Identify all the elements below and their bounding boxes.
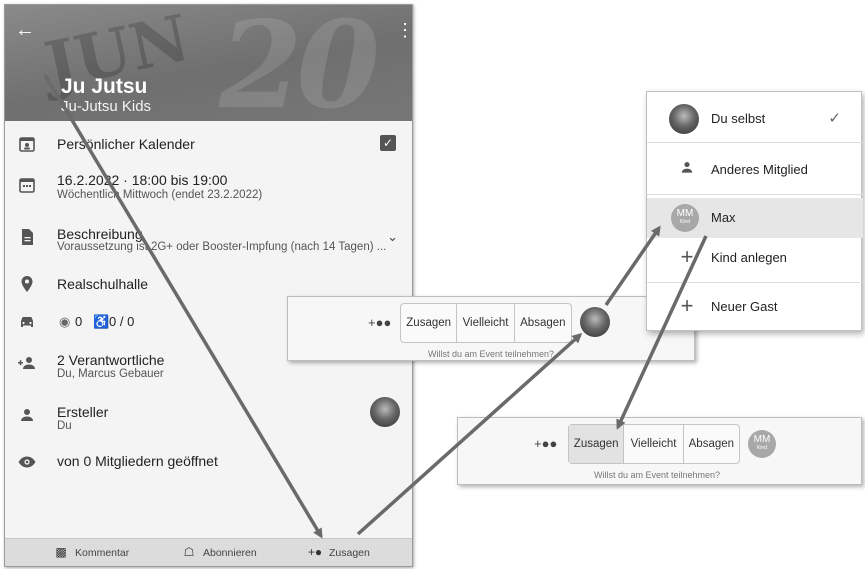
menu-divider	[647, 194, 863, 195]
add-group-icon[interactable]: +●●	[534, 436, 557, 451]
child-avatar-tag: Kind	[679, 219, 690, 225]
event-title: Ju Jutsu	[61, 75, 148, 98]
person-icon	[21, 409, 33, 421]
menu-item-other-member[interactable]: Anderes Mitglied	[647, 150, 863, 190]
decline-button[interactable]: Absagen	[684, 425, 739, 463]
accessible-seats: 0 / 0	[109, 314, 135, 329]
rsvp-segmented-control: Zusagen Vielleicht Absagen	[400, 303, 572, 343]
bell-icon: ☖	[183, 545, 195, 559]
menu-child-label: Max	[711, 210, 736, 225]
checkmark-icon: ✓	[828, 110, 841, 127]
plus-icon: +	[680, 244, 694, 269]
comment-icon: ▩	[55, 545, 67, 559]
location-pin-icon	[21, 276, 33, 292]
calendar-label: Persönlicher Kalender	[57, 136, 195, 152]
rsvp-popup: +●● Zusagen Vielleicht Absagen Willst du…	[287, 296, 695, 361]
document-icon	[22, 229, 33, 245]
subscribe-button[interactable]: ☖ Abonnieren	[181, 545, 257, 559]
rsvp-segmented-control: Zusagen Vielleicht Absagen	[568, 424, 740, 464]
menu-divider	[647, 142, 863, 143]
rsvp-popup-child: +●● Zusagen Vielleicht Absagen MM Kind W…	[457, 417, 862, 485]
rsvp-hint: Willst du am Event teilnehmen?	[428, 349, 555, 359]
creator-row[interactable]: Ersteller Du	[5, 399, 412, 439]
calendar-checkbox[interactable]: ✓	[380, 135, 396, 151]
menu-item-new-guest[interactable]: + Neuer Gast	[647, 287, 863, 327]
child-avatar-initials: MM	[676, 208, 694, 219]
responsible-names: Du, Marcus Gebauer	[57, 368, 164, 380]
child-avatar-initials: MM	[753, 434, 771, 445]
plus-icon: +	[680, 293, 694, 318]
location-name: Realschulhalle	[57, 276, 149, 292]
calendar-icon	[19, 178, 35, 193]
header-background-graphic: 20	[219, 5, 380, 121]
person-select-menu: Du selbst ✓ Anderes Mitglied MM Kind Max…	[646, 91, 863, 331]
carpool-seats: 0	[75, 314, 83, 329]
description-text: Voraussetzung ist 2G+ oder Booster-Impfu…	[57, 241, 387, 253]
event-detail-screen: JUN 20 ← ⋮ Ju Jutsu Ju-Jutsu Kids Persön…	[4, 4, 413, 567]
self-avatar	[669, 104, 699, 134]
date-row: 16.2.2022 · 18:00 bis 19:00 Wöchentlich …	[5, 167, 412, 207]
menu-item-self[interactable]: Du selbst ✓	[647, 98, 863, 138]
menu-item-child[interactable]: MM Kind Max	[647, 198, 863, 238]
car-icon	[21, 317, 33, 327]
add-person-icon	[18, 357, 35, 369]
steering-wheel-icon: ◉	[59, 314, 71, 329]
child-avatar-tag: Kind	[756, 445, 767, 451]
calendar-person-icon	[19, 137, 35, 152]
rsvp-label: Zusagen	[329, 547, 370, 559]
add-group-icon[interactable]: +●●	[368, 315, 391, 330]
creator-avatar[interactable]	[370, 397, 400, 427]
views-row: von 0 Mitgliedern geöffnet	[5, 447, 412, 475]
maybe-button[interactable]: Vielleicht	[457, 304, 515, 342]
maybe-button[interactable]: Vielleicht	[624, 425, 684, 463]
responsible-title: 2 Verantwortliche	[57, 352, 165, 368]
rsvp-button[interactable]: +● Zusagen	[307, 545, 370, 559]
back-arrow-icon[interactable]: ←	[15, 19, 37, 41]
event-recurrence: Wöchentlich Mittwoch (endet 23.2.2022)	[57, 189, 263, 201]
child-avatar[interactable]: MM Kind	[748, 430, 776, 458]
menu-new-guest-label: Neuer Gast	[711, 299, 778, 314]
event-header: JUN 20 ← ⋮ Ju Jutsu Ju-Jutsu Kids	[5, 5, 412, 121]
add-group-icon: +●	[307, 545, 323, 559]
event-date: 16.2.2022 · 18:00 bis 19:00	[57, 172, 228, 188]
bottom-action-bar: ▩ Kommentar ☖ Abonnieren +● Zusagen	[5, 538, 412, 566]
menu-add-child-label: Kind anlegen	[711, 250, 787, 265]
calendar-row[interactable]: Persönlicher Kalender	[5, 129, 412, 159]
menu-other-member-label: Anderes Mitglied	[711, 162, 808, 177]
menu-self-label: Du selbst	[711, 111, 766, 126]
screenshot-stage: JUN 20 ← ⋮ Ju Jutsu Ju-Jutsu Kids Persön…	[0, 0, 865, 569]
description-row[interactable]: Beschreibung Voraussetzung ist 2G+ oder …	[5, 219, 412, 259]
more-options-icon[interactable]: ⋮	[396, 19, 412, 41]
rsvp-hint: Willst du am Event teilnehmen?	[594, 470, 721, 480]
eye-icon	[18, 456, 36, 468]
menu-item-add-child[interactable]: + Kind anlegen	[647, 238, 863, 278]
subscribe-label: Abonnieren	[203, 547, 257, 559]
comment-button[interactable]: ▩ Kommentar	[53, 545, 129, 559]
location-row[interactable]: Realschulhalle	[5, 270, 412, 298]
person-picker-avatar[interactable]	[580, 307, 610, 337]
chevron-down-icon[interactable]: ⌄	[387, 229, 398, 245]
child-avatar: MM Kind	[671, 204, 699, 232]
opened-by-count: von 0 Mitgliedern geöffnet	[57, 453, 218, 469]
menu-divider	[647, 282, 863, 283]
description-label: Beschreibung	[57, 226, 143, 242]
creator-name: Du	[57, 420, 72, 432]
person-icon	[677, 159, 697, 180]
accept-button[interactable]: Zusagen	[569, 425, 625, 463]
wheelchair-icon: ♿	[93, 314, 110, 329]
decline-button[interactable]: Absagen	[515, 304, 571, 342]
event-subtitle: Ju-Jutsu Kids	[61, 98, 152, 115]
accept-button[interactable]: Zusagen	[401, 304, 458, 342]
creator-label: Ersteller	[57, 404, 109, 420]
comment-label: Kommentar	[75, 547, 130, 559]
